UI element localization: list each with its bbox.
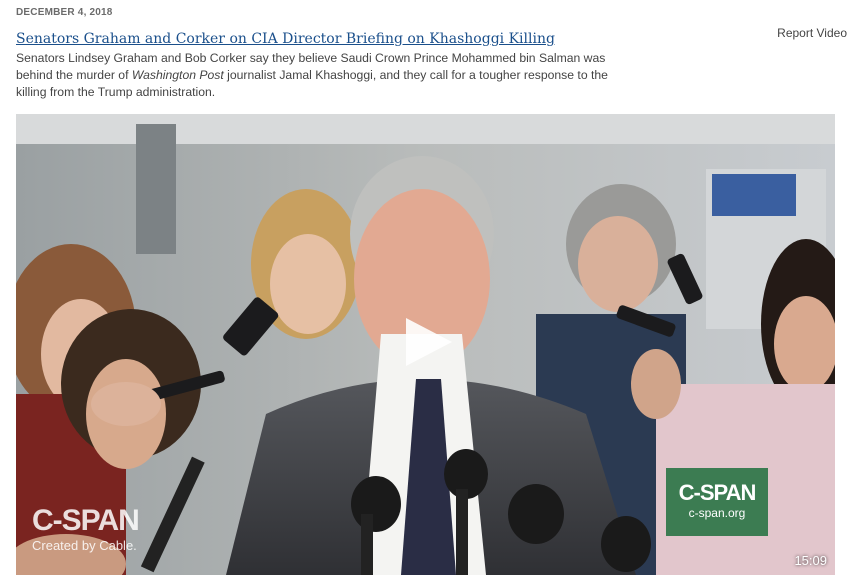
cspan-logo-right: C-SPAN [678, 480, 757, 505]
article-date: DECEMBER 4, 2018 [16, 7, 113, 18]
report-video-link[interactable]: Report Video [777, 26, 847, 40]
play-icon[interactable] [398, 312, 458, 372]
cspan-tagline: Created by Cable. [32, 538, 137, 553]
video-title-link[interactable]: Senators Graham and Corker on CIA Direct… [16, 31, 555, 47]
cspan-watermark-right: C-SPAN c-span.org [666, 468, 768, 536]
video-duration: 15:09 [794, 553, 827, 568]
video-description: Senators Lindsey Graham and Bob Corker s… [16, 50, 636, 101]
cspan-logo-left: C-SPAN [32, 504, 140, 537]
description-publication: Washington Post [131, 68, 224, 82]
cspan-watermark-left: C-SPAN Created by Cable. [32, 504, 140, 554]
cspan-url: c-span.org [688, 506, 746, 520]
video-player[interactable]: C-SPAN Created by Cable. C-SPAN c-span.o… [16, 114, 835, 575]
